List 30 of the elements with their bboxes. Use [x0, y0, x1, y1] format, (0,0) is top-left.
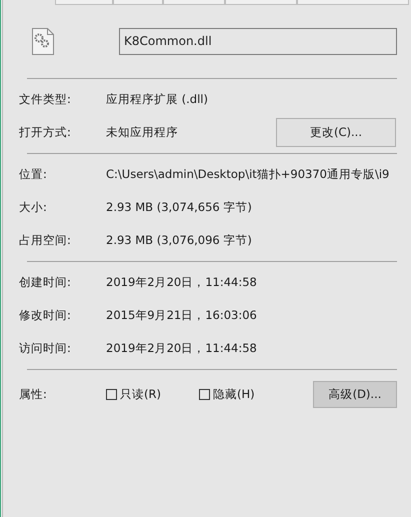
field-label: 占用空间: — [19, 233, 72, 248]
field-label: 属性: — [19, 386, 48, 402]
field-value: 2019年2月20日，11:44:58 — [106, 275, 258, 290]
field-label: 访问时间: — [19, 341, 72, 356]
field-value: 应用程序扩展 (.dll) — [106, 92, 209, 107]
tab[interactable] — [55, 0, 113, 5]
field-label: 位置: — [19, 167, 48, 182]
field-value: 未知应用程序 — [106, 125, 179, 140]
tab[interactable] — [113, 0, 163, 5]
checkbox[interactable] — [199, 388, 210, 400]
advanced-button[interactable]: 高级(D)... — [313, 380, 397, 408]
field-label: 打开方式: — [19, 125, 72, 140]
file-name-field[interactable]: K8Common.dll — [119, 28, 397, 54]
field-value: 2.93 MB (3,076,096 字节) — [106, 233, 253, 248]
field-label: 文件类型: — [19, 92, 72, 107]
field-value: C:\Users\admin\Desktop\it猫扑+90370通用专版\i9 — [106, 167, 390, 182]
field-label: 创建时间: — [19, 275, 72, 290]
tab[interactable] — [297, 0, 409, 5]
checkbox[interactable] — [106, 388, 117, 400]
tab[interactable] — [225, 0, 297, 5]
tab[interactable] — [163, 0, 225, 5]
file-gear-icon — [32, 28, 54, 54]
field-value: 2.93 MB (3,074,656 字节) — [106, 200, 253, 215]
field-value: 2015年9月21日，16:03:06 — [106, 308, 258, 323]
checkbox-label[interactable]: 只读(R) — [120, 386, 161, 402]
field-label: 修改时间: — [19, 308, 72, 323]
field-label: 大小: — [19, 200, 48, 215]
change-button[interactable]: 更改(C)... — [276, 118, 396, 147]
field-value: 2019年2月20日，11:44:58 — [106, 341, 258, 356]
checkbox-label[interactable]: 隐藏(H) — [213, 386, 255, 402]
